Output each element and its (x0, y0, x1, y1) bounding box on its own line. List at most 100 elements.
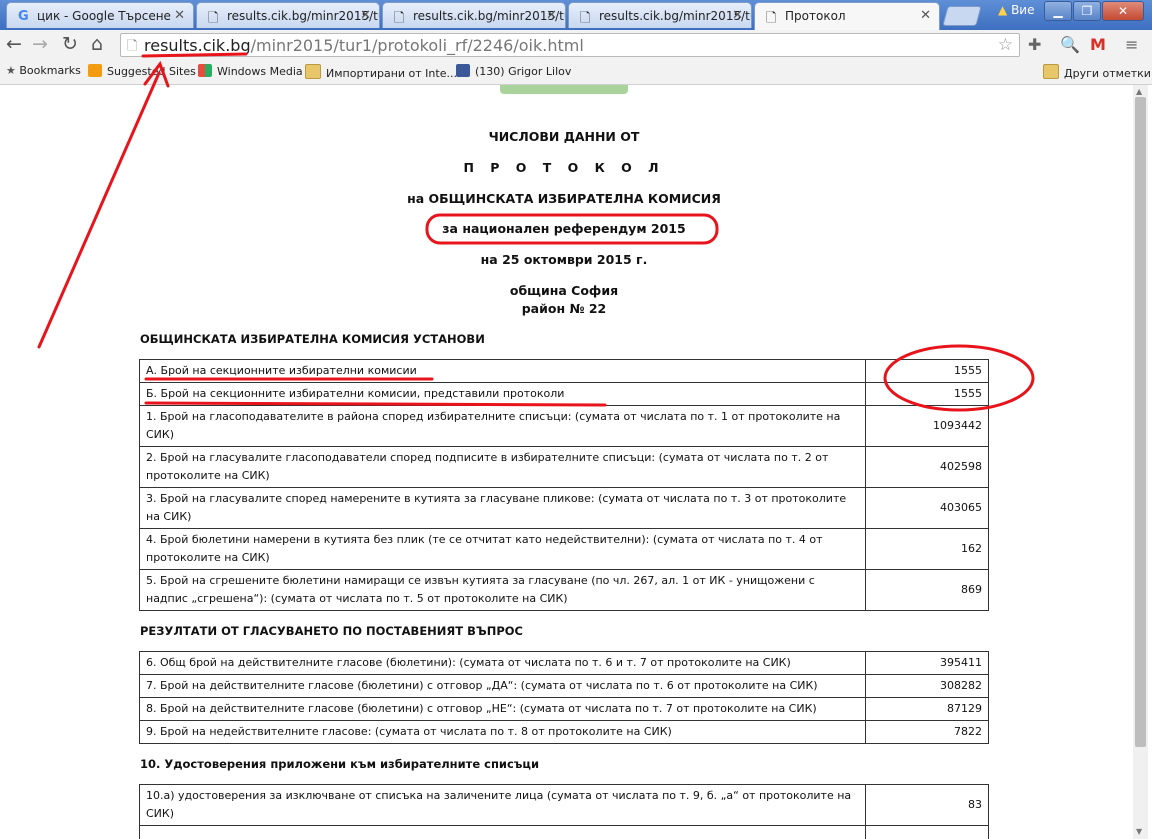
row-value: 1555 (865, 382, 989, 406)
row-value: 869 (865, 569, 989, 611)
url-path: /minr2015/tur1/protokoli_rf/2246/oik.htm… (250, 36, 584, 55)
section-title-results: РЕЗУЛТАТИ ОТ ГЛАСУВАНЕТО ПО ПОСТАВЕНИЯТ … (140, 624, 523, 638)
row-label: А. Брой на секционните избирателни комис… (139, 359, 866, 383)
header-decoration (500, 85, 628, 94)
protocol-heading-4: за национален референдум 2015 (442, 221, 686, 236)
url-host: results.cik.bg (144, 36, 251, 55)
results-table: 6. Общ брой на действителните гласове (б… (139, 651, 989, 744)
browser-toolbar: ← → ↻ ⌂ 🗋 results.cik.bg/minr2015/tur1/p… (0, 30, 1152, 60)
bookmark-label: Други отметки (1064, 67, 1151, 80)
scroll-down-icon[interactable]: ▼ (1136, 827, 1142, 836)
bookmark-star-icon[interactable]: ☆ (998, 35, 1013, 55)
bookmarks-bar: ★ Bookmarks Suggested Sites Windows Medi… (0, 60, 1152, 85)
row-label: 8. Брой на действителните гласове (бюлет… (139, 697, 866, 721)
page-icon: 🗋 (394, 11, 405, 26)
bookmark-label: Bookmarks (19, 64, 81, 77)
star-icon: ★ (6, 64, 20, 77)
page-icon: 🗋 (127, 39, 138, 54)
bookmark-imported[interactable]: Импортирани от Inte... (305, 64, 457, 80)
commission-data-table: А. Брой на секционните избирателни комис… (139, 359, 989, 611)
row-label: 3. Брой на гласувалите според намерените… (139, 487, 866, 529)
row-value: 1555 (865, 359, 989, 383)
page-icon: 🗋 (208, 11, 219, 26)
close-tab-icon[interactable]: ✕ (920, 8, 931, 23)
maximize-button[interactable]: ❐ (1073, 1, 1101, 21)
row-label: 1. Брой на гласоподавателите в района сп… (139, 405, 866, 447)
bookmark-label: Suggested Sites (107, 65, 196, 78)
row-value: 100 (865, 825, 989, 839)
close-tab-icon[interactable]: ✕ (732, 8, 743, 23)
district: район № 22 (521, 301, 607, 316)
row-label: 9. Брой на недействителните гласове: (су… (139, 720, 866, 744)
bookmark-suggested-sites[interactable]: Suggested Sites (88, 64, 196, 78)
close-tab-icon[interactable]: ✕ (174, 8, 185, 23)
scroll-up-icon[interactable]: ▲ (1136, 87, 1142, 96)
row-value: 395411 (865, 651, 989, 675)
new-tab-button[interactable] (942, 6, 982, 26)
minimize-button[interactable]: ▁ (1044, 1, 1072, 21)
page-icon: 🗋 (580, 11, 591, 26)
extension-puzzle-icon[interactable]: ✚ (1028, 35, 1041, 54)
row-value: 402598 (865, 446, 989, 488)
folder-icon (305, 64, 321, 79)
row-label: Б. Брой на секционните избирателни комис… (139, 382, 866, 406)
section-title-commission: ОБЩИНСКАТА ИЗБИРАТЕЛНА КОМИСИЯ УСТАНОВИ (140, 332, 485, 346)
certificates-table: 10.а) удостоверения за изключване от спи… (139, 784, 989, 839)
address-bar[interactable]: 🗋 results.cik.bg/minr2015/tur1/protokoli… (120, 33, 1020, 57)
vertical-scrollbar[interactable]: ▲ ▼ (1133, 85, 1148, 839)
windows-icon (198, 64, 212, 77)
table-row: 2. Брой на гласувалите гласоподаватели с… (139, 446, 989, 488)
close-window-button[interactable]: ✕ (1102, 1, 1144, 21)
back-arrow-icon[interactable]: ← (6, 33, 22, 55)
close-tab-icon[interactable]: ✕ (546, 8, 557, 23)
row-value: 403065 (865, 487, 989, 529)
table-row: 3. Брой на гласувалите според намерените… (139, 487, 989, 529)
page-content: ЧИСЛОВИ ДАННИ ОТ П Р О Т О К О Л на ОБЩИ… (0, 85, 1133, 839)
table-row: 1. Брой на гласоподавателите в района сп… (139, 405, 989, 447)
row-value: 1093442 (865, 405, 989, 447)
bookmark-label: (130) Grigor Lilov (475, 65, 572, 78)
google-icon: G (18, 9, 29, 24)
table-row: 8. Брой на действителните гласове (бюлет… (139, 697, 989, 721)
bookmark-bookmarks[interactable]: ★ Bookmarks (6, 64, 81, 77)
tab-title: results.cik.bg/minr2015/tur (599, 9, 752, 23)
scrollbar-thumb[interactable] (1135, 97, 1146, 747)
table-row: 6. Общ брой на действителните гласове (б… (139, 651, 989, 675)
row-label: 2. Брой на гласувалите гласоподаватели с… (139, 446, 866, 488)
bookmark-windows-media[interactable]: Windows Media (198, 64, 303, 78)
reload-icon[interactable]: ↻ (62, 33, 78, 55)
url-text[interactable]: results.cik.bg/minr2015/tur1/protokoli_r… (144, 36, 584, 55)
forward-arrow-icon[interactable]: → (32, 33, 48, 55)
table-row: 10.а) удостоверения за изключване от спи… (139, 784, 989, 826)
home-icon[interactable]: ⌂ (91, 33, 103, 55)
tab-title: цик - Google Търсене (37, 9, 171, 23)
menu-icon[interactable]: ≡ (1125, 35, 1138, 54)
row-label: 10.б) (139, 825, 866, 839)
close-tab-icon[interactable]: ✕ (360, 8, 371, 23)
row-value: 308282 (865, 674, 989, 698)
page-icon: 🗋 (766, 11, 777, 26)
user-label: Вие (1011, 3, 1035, 17)
tab-results-2[interactable]: 🗋 results.cik.bg/minr2015/tur ✕ (382, 2, 566, 28)
section-title-certificates: 10. Удостоверения приложени към избирате… (140, 757, 540, 771)
protocol-heading-2: П Р О Т О К О Л (463, 160, 665, 175)
tab-results-3[interactable]: 🗋 results.cik.bg/minr2015/tur ✕ (568, 2, 752, 28)
bookmark-label: Windows Media (217, 65, 303, 78)
row-value: 162 (865, 528, 989, 570)
search-icon[interactable]: 🔍 (1060, 35, 1080, 54)
protocol-heading-3: на ОБЩИНСКАТА ИЗБИРАТЕЛНА КОМИСИЯ (407, 191, 721, 206)
row-value: 7822 (865, 720, 989, 744)
tab-google-search[interactable]: G цик - Google Търсене ✕ (6, 2, 194, 28)
user-profile[interactable]: ▲ Вие (998, 3, 1034, 17)
tab-results-1[interactable]: 🗋 results.cik.bg/minr2015/tur ✕ (196, 2, 380, 28)
protocol-date: на 25 октомври 2015 г. (480, 252, 648, 267)
tab-title: Протокол (785, 9, 846, 23)
municipality: община София (509, 283, 619, 298)
bookmark-grigor-lilov[interactable]: (130) Grigor Lilov (456, 64, 571, 78)
other-bookmarks[interactable]: Други отметки (1043, 64, 1151, 80)
row-label: 5. Брой на сгрешените бюлетини намиращи … (139, 569, 866, 611)
gmail-icon[interactable]: M (1090, 35, 1106, 54)
folder-icon (1043, 64, 1059, 79)
tab-protokol[interactable]: 🗋 Протокол ✕ (754, 2, 940, 30)
table-row: 10.б) 100 (139, 825, 989, 839)
